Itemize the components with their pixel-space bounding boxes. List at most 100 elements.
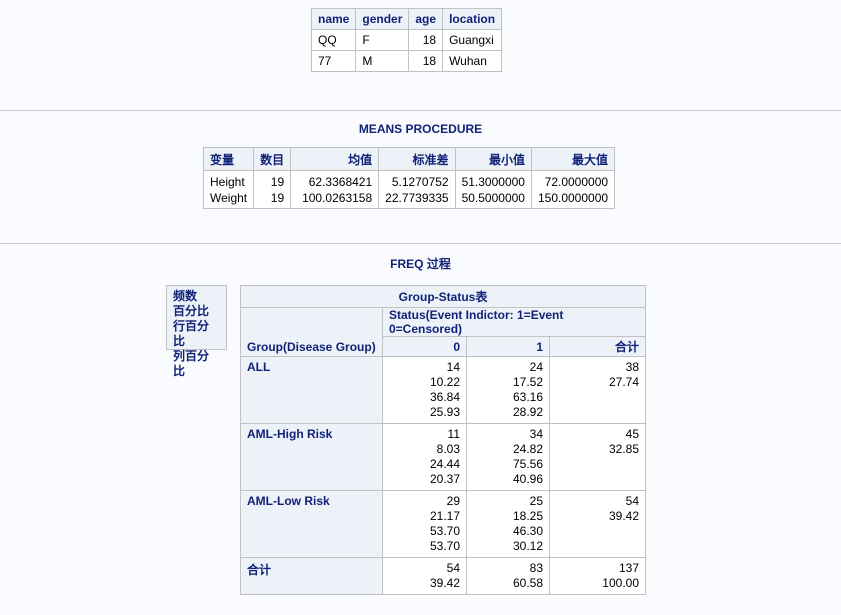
col-min-header: 最小值 bbox=[454, 147, 532, 171]
col-name-header: name bbox=[310, 8, 357, 30]
cell-count: 19 bbox=[253, 170, 292, 190]
cell-percent: 60.58 bbox=[512, 576, 543, 590]
cell-variable: Weight bbox=[202, 190, 255, 209]
cell-frequency: 34 bbox=[529, 427, 543, 441]
cell-frequency: 29 bbox=[446, 494, 460, 508]
cell-status-1: 24 17.52 63.16 28.92 bbox=[466, 356, 550, 424]
cell-status-0: 14 10.22 36.84 25.93 bbox=[382, 356, 467, 424]
divider bbox=[0, 243, 841, 244]
cell-percent: 21.17 bbox=[429, 509, 460, 523]
divider bbox=[0, 110, 841, 111]
cell-max: 72.0000000 bbox=[530, 170, 616, 190]
cell-location: Wuhan bbox=[442, 50, 503, 72]
col-mean-header: 均值 bbox=[290, 147, 380, 171]
cell-min: 50.5000000 bbox=[454, 190, 532, 209]
cell-std: 22.7739335 bbox=[378, 190, 456, 209]
cell-col-percent: 20.37 bbox=[429, 472, 460, 486]
means-title: MEANS PROCEDURE bbox=[358, 122, 483, 136]
row-label: 合计 bbox=[240, 557, 383, 595]
row-variable-header: Group(Disease Group) bbox=[240, 307, 383, 357]
cell-row-percent: 63.16 bbox=[512, 390, 543, 404]
cell-percent: 27.74 bbox=[608, 375, 639, 389]
cell-name: QQ bbox=[310, 29, 357, 51]
legend-row-percent: 行百分比 bbox=[173, 319, 210, 348]
cell-percent: 10.22 bbox=[429, 375, 460, 389]
cell-mean: 62.3368421 bbox=[290, 170, 380, 190]
table-row: AML-Low Risk 29 21.17 53.70 53.70 25 18.… bbox=[240, 490, 646, 558]
cell-col-percent: 40.96 bbox=[512, 472, 543, 486]
cell-gender: F bbox=[355, 29, 410, 51]
cell-location: Guangxi bbox=[442, 29, 503, 51]
row-label: ALL bbox=[240, 356, 383, 424]
table-row: QQ F 18 Guangxi bbox=[310, 29, 503, 51]
cell-row-percent: 24.44 bbox=[429, 457, 460, 471]
col-age-header: age bbox=[408, 8, 444, 30]
freq-title: FREQ 过程 bbox=[390, 257, 451, 271]
col-max-header: 最大值 bbox=[530, 147, 616, 171]
cell-status-1: 83 60.58 bbox=[466, 557, 550, 595]
table-row: 合计 54 39.42 83 60.58 137 100.00 bbox=[240, 557, 646, 595]
cell-row-percent: 46.30 bbox=[512, 524, 543, 538]
crosstab-table: Group-Status表 Group(Disease Group) Statu… bbox=[240, 285, 646, 595]
cell-frequency: 137 bbox=[618, 561, 639, 575]
cell-total: 38 27.74 bbox=[549, 356, 646, 424]
cell-std: 5.1270752 bbox=[378, 170, 456, 190]
cell-percent: 32.85 bbox=[608, 442, 639, 456]
cell-status-0: 11 8.03 24.44 20.37 bbox=[382, 423, 467, 491]
people-header-row: name gender age location bbox=[310, 8, 503, 30]
cell-frequency: 54 bbox=[625, 494, 639, 508]
cell-age: 18 bbox=[408, 50, 444, 72]
table-row: Height 19 62.3368421 5.1270752 51.300000… bbox=[202, 170, 616, 190]
cell-total: 54 39.42 bbox=[549, 490, 646, 558]
cell-frequency: 83 bbox=[529, 561, 543, 575]
cell-mean: 100.0263158 bbox=[290, 190, 380, 209]
cell-col-percent: 30.12 bbox=[512, 539, 543, 553]
cell-status-1: 34 24.82 75.56 40.96 bbox=[466, 423, 550, 491]
legend-frequency: 频数 bbox=[173, 289, 198, 303]
legend-col-percent: 列百分比 bbox=[173, 349, 210, 378]
col-variable-header: 变量 bbox=[202, 147, 255, 171]
table-row: Weight 19 100.0263158 22.7739335 50.5000… bbox=[202, 190, 616, 209]
table-row: 77 M 18 Wuhan bbox=[310, 50, 503, 72]
cell-count: 19 bbox=[253, 190, 292, 209]
cell-frequency: 24 bbox=[529, 360, 543, 374]
cell-age: 18 bbox=[408, 29, 444, 51]
cell-col-percent: 28.92 bbox=[512, 405, 543, 419]
cell-row-percent: 36.84 bbox=[429, 390, 460, 404]
cell-status-1: 25 18.25 46.30 30.12 bbox=[466, 490, 550, 558]
cell-gender: M bbox=[355, 50, 410, 72]
cell-percent: 39.42 bbox=[429, 576, 460, 590]
cell-frequency: 25 bbox=[529, 494, 543, 508]
col-gender-header: gender bbox=[355, 8, 410, 30]
means-header-row: 变量 数目 均值 标准差 最小值 最大值 bbox=[202, 147, 616, 171]
cell-percent: 24.82 bbox=[512, 442, 543, 456]
cell-percent: 8.03 bbox=[436, 442, 460, 456]
cell-name: 77 bbox=[310, 50, 357, 72]
cell-frequency: 45 bbox=[625, 427, 639, 441]
col-count-header: 数目 bbox=[253, 147, 292, 171]
table-row: ALL 14 10.22 36.84 25.93 24 17.52 63.16 … bbox=[240, 356, 646, 424]
cell-min: 51.3000000 bbox=[454, 170, 532, 190]
cell-contents-legend: 频数 百分比 行百分比 列百分比 bbox=[166, 285, 227, 378]
col-std-header: 标准差 bbox=[378, 147, 456, 171]
cell-status-0: 54 39.42 bbox=[382, 557, 467, 595]
cell-row-percent: 75.56 bbox=[512, 457, 543, 471]
cell-total: 45 32.85 bbox=[549, 423, 646, 491]
crosstab-title-row: Group-Status表 bbox=[240, 285, 646, 308]
cell-status-0: 29 21.17 53.70 53.70 bbox=[382, 490, 467, 558]
cell-percent: 100.00 bbox=[602, 576, 639, 590]
cell-percent: 18.25 bbox=[512, 509, 543, 523]
row-label: AML-Low Risk bbox=[240, 490, 383, 558]
people-table: name gender age location QQ F 18 Guangxi… bbox=[310, 8, 503, 72]
row-label: AML-High Risk bbox=[240, 423, 383, 491]
col-0-header: 0 bbox=[382, 336, 467, 357]
crosstab-title: Group-Status表 bbox=[240, 285, 646, 308]
means-table: 变量 数目 均值 标准差 最小值 最大值 Height 19 62.336842… bbox=[202, 147, 616, 209]
cell-frequency: 11 bbox=[447, 427, 460, 441]
cell-row-percent: 53.70 bbox=[429, 524, 460, 538]
status-header-row: Group(Disease Group) Status(Event Indict… bbox=[240, 307, 646, 357]
cell-frequency: 54 bbox=[446, 561, 460, 575]
cell-variable: Height bbox=[202, 170, 255, 190]
cell-percent: 17.52 bbox=[512, 375, 543, 389]
cell-frequency: 14 bbox=[446, 360, 460, 374]
